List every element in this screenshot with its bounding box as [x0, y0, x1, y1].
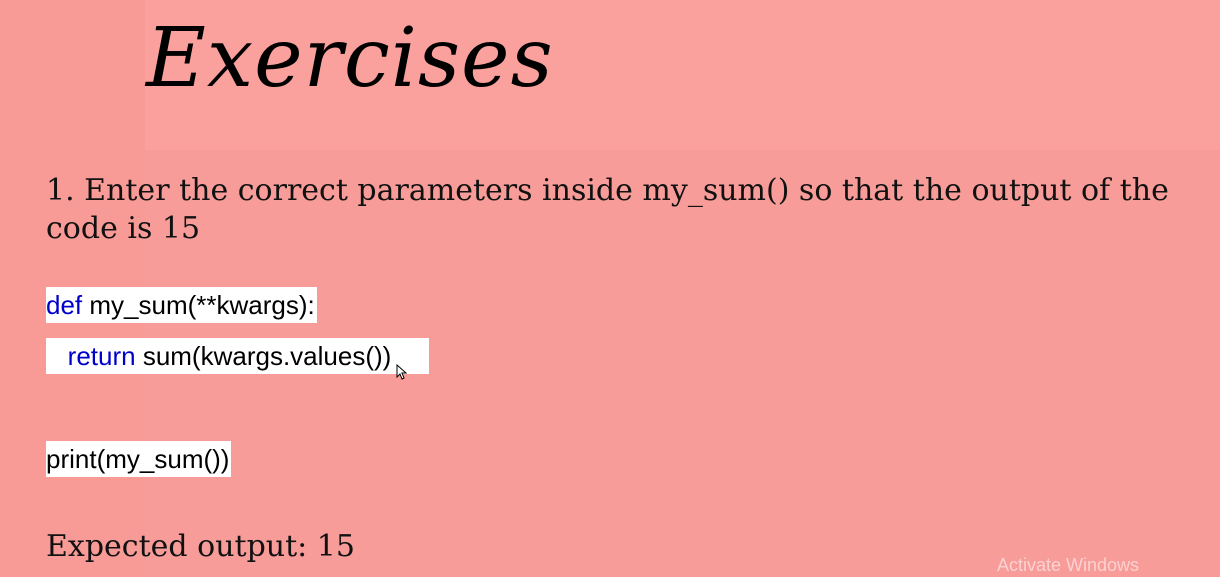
mouse-cursor-icon: [396, 364, 408, 380]
code-def-rest: my_sum(**kwargs):: [82, 290, 315, 320]
expected-output: Expected output: 15: [46, 529, 355, 564]
slide-title: Exercises: [146, 11, 554, 106]
keyword-return: return: [67, 341, 136, 371]
activate-windows-watermark: Activate Windows: [997, 555, 1140, 575]
code-line-return: return sum(kwargs.values()): [46, 338, 429, 374]
code-line-def: def my_sum(**kwargs):: [46, 287, 317, 323]
keyword-def: def: [46, 290, 83, 320]
code-return-rest: sum(kwargs.values()): [135, 341, 392, 371]
code-line-print: print(my_sum()): [46, 441, 232, 477]
exercise-question: 1. Enter the correct parameters inside m…: [46, 173, 1169, 246]
